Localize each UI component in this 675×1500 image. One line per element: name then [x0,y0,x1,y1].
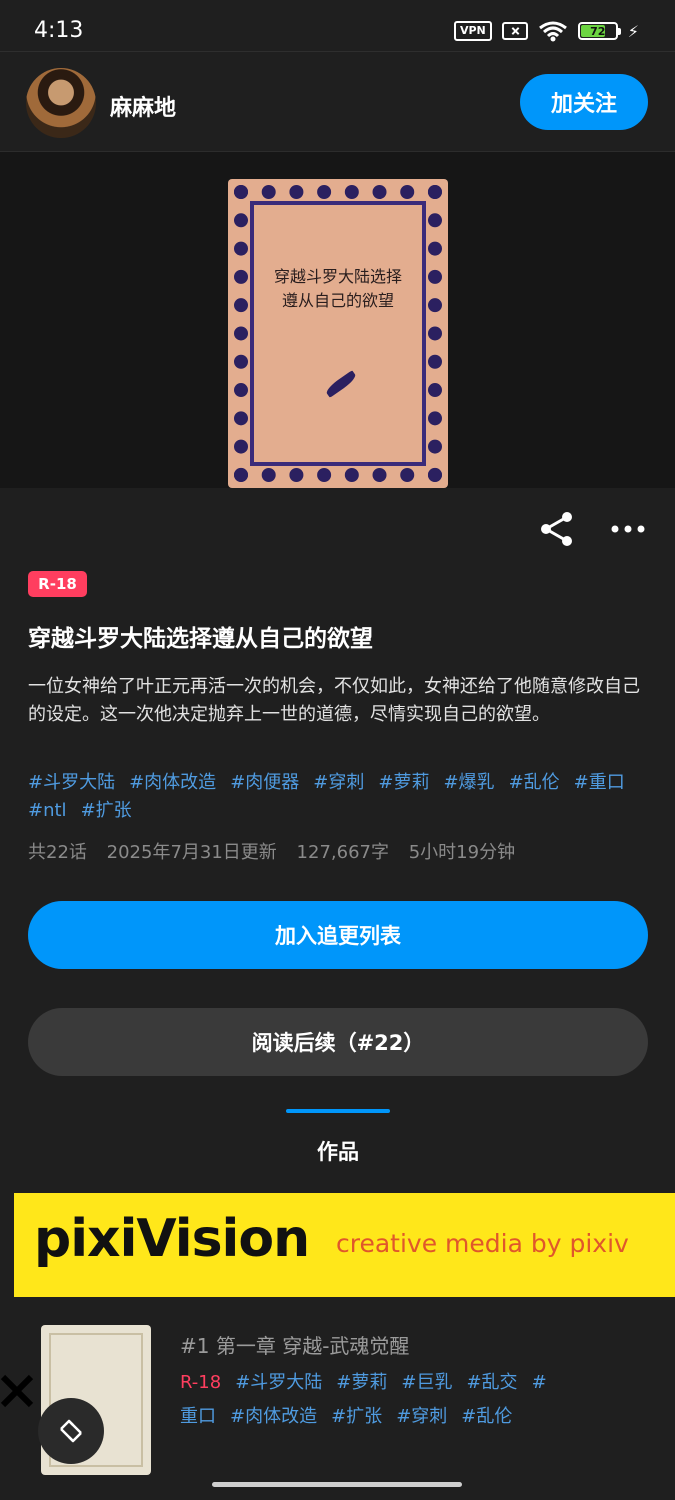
tag[interactable]: #穿刺 [313,772,364,793]
battery-level: 72 [590,24,606,38]
tag[interactable]: #ntl [28,800,67,821]
share-icon[interactable] [538,510,576,548]
close-icon[interactable] [0,1374,34,1408]
cover-area: 穿越斗罗大陆选择遵从自己的欲望 [0,152,675,488]
tag-list: #斗罗大陆 #肉体改造 #肉便器 #穿刺 #萝莉 #爆乳 #乱伦 #重口 #ntl #扩张 [28,769,650,825]
work-description: 一位女神给了叶正元再活一次的机会，不仅如此，女神还给了他随意修改自己的设定。这一… [28,676,640,725]
battery-icon: 72 [577,22,621,40]
read-time: 5小时19分钟 [408,842,516,863]
status-time: 4:13 [34,18,84,43]
wifi-icon [538,21,567,42]
add-watchlist-button[interactable]: 加入追更列表 [28,901,648,969]
r18-badge: R-18 [28,571,87,597]
status-bar: 4:13 VPN 72 ⚡ [0,0,675,52]
cover-inner-border [250,201,426,466]
tab-works[interactable]: 作品 [286,1136,390,1166]
home-indicator[interactable] [212,1482,462,1487]
status-icons: VPN 72 ⚡ [453,20,639,42]
tag[interactable]: #斗罗大陆 [235,1372,322,1393]
tag[interactable]: #萝莉 [378,772,429,793]
follow-button[interactable]: 加关注 [520,74,648,130]
cover-title: 穿越斗罗大陆选择遵从自己的欲望 [274,267,403,310]
tag[interactable]: #肉体改造 [230,1406,317,1427]
more-options-icon[interactable] [608,510,648,548]
vpn-icon: VPN [453,21,492,41]
author-name[interactable]: 麻麻地 [110,90,176,122]
tag[interactable]: #乱交 [466,1372,517,1393]
chapter-r18-badge: R-18 [180,1372,222,1393]
tag[interactable]: #穿刺 [396,1406,447,1427]
chapter-title[interactable]: #1 第一章 穿越-武魂觉醒 [180,1330,409,1359]
work-meta: 共22话 2025年7月31日更新 127,667字 5小时19分钟 [28,838,529,864]
pixivision-banner[interactable]: pixiVision creative media by pixiv [14,1193,675,1297]
no-sim-icon [501,22,528,40]
chapter-tag-list: R-18 #斗罗大陆 #萝莉 #巨乳 #乱交 #重口 #肉体改造 #扩张 #穿刺 #乱伦 [180,1366,560,1434]
tag[interactable]: #扩张 [331,1406,382,1427]
banner-tagline: creative media by pixiv [336,1229,629,1258]
rotate-button[interactable] [38,1398,104,1464]
tag[interactable]: #乱伦 [509,772,560,793]
work-title: 穿越斗罗大陆选择遵从自己的欲望 [28,626,373,652]
update-date: 2025年7月31日更新 [106,842,277,863]
author-header: 麻麻地 加关注 [0,52,675,152]
avatar[interactable] [26,68,96,138]
tag[interactable]: #斗罗大陆 [28,772,115,793]
tag[interactable]: #肉便器 [230,772,299,793]
tag[interactable]: #乱伦 [461,1406,512,1427]
tag[interactable]: #巨乳 [401,1372,452,1393]
tag[interactable]: #扩张 [81,800,132,821]
tab-indicator [286,1109,390,1113]
tag[interactable]: #重口 [574,772,625,793]
episode-count: 共22话 [28,842,87,863]
char-count: 127,667字 [296,842,389,863]
tag[interactable]: #萝莉 [336,1372,387,1393]
charging-icon: ⚡ [627,21,639,41]
cover-image[interactable]: 穿越斗罗大陆选择遵从自己的欲望 [228,179,448,488]
continue-reading-button[interactable]: 阅读后续（#22） [28,1008,648,1076]
tag[interactable]: #肉体改造 [129,772,216,793]
pixivision-logo: pixiVision [34,1209,310,1269]
tag[interactable]: #爆乳 [443,772,494,793]
rotate-icon [60,1419,82,1443]
